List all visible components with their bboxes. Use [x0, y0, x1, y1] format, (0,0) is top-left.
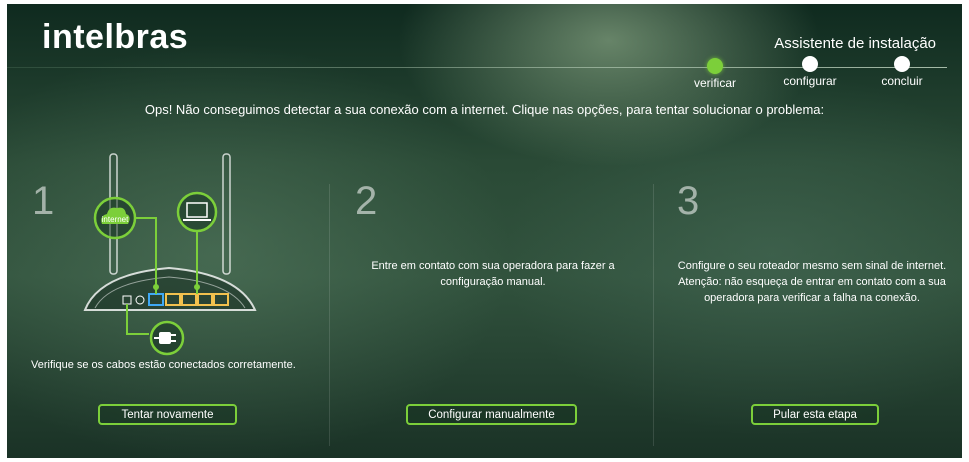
text-line: configuração manual.: [440, 276, 546, 288]
column-divider: [653, 184, 654, 446]
step-label: configurar: [783, 74, 837, 88]
antenna-right: [222, 153, 231, 275]
skip-step-button[interactable]: Pular esta etapa: [751, 404, 879, 425]
cable-connector: [194, 284, 200, 290]
manual-config-button[interactable]: Configurar manualmente: [406, 404, 577, 425]
step-concluir: concluir: [857, 56, 947, 88]
laptop-icon: [176, 191, 218, 233]
text-line: Atenção: não esqueça de entrar em contat…: [678, 276, 946, 288]
step-dot: [802, 56, 818, 72]
option-3-text: Configure o seu roteador mesmo sem sinal…: [667, 258, 957, 306]
text-line: Configure o seu roteador mesmo sem sinal…: [677, 260, 947, 272]
step-verificar: verificar: [670, 58, 760, 90]
cable-connector: [153, 284, 159, 290]
internet-cloud-icon: internet: [93, 196, 137, 240]
option-number: 3: [677, 179, 700, 223]
power-plug-icon: [149, 320, 185, 356]
retry-button[interactable]: Tentar novamente: [98, 404, 237, 425]
option-number: 1: [32, 179, 55, 223]
text-line: Entre em contato com sua operadora para …: [371, 260, 615, 272]
page-frame: intelbras Assistente de instalação verif…: [7, 4, 962, 458]
column-divider: [329, 184, 330, 446]
step-label: verificar: [693, 76, 736, 90]
wizard-title: Assistente de instalação: [774, 35, 936, 52]
step-dot: [894, 56, 910, 72]
option-1-text: Verifique se os cabos estão conectados c…: [31, 359, 296, 371]
error-message: Ops! Não conseguimos detectar a sua cone…: [144, 102, 825, 117]
option-number: 2: [355, 179, 378, 223]
option-2-text: Entre em contato com sua operadora para …: [343, 258, 643, 290]
router-cable-illustration: internet: [83, 153, 257, 356]
intelbras-logo: intelbras: [42, 18, 189, 56]
step-label: concluir: [881, 74, 923, 88]
step-configurar: configurar: [765, 56, 855, 88]
step-dot-active: [707, 58, 723, 74]
text-line: operadora para verificar a falha na cone…: [704, 292, 920, 304]
internet-label: internet: [102, 215, 129, 224]
router-body: [83, 266, 257, 311]
